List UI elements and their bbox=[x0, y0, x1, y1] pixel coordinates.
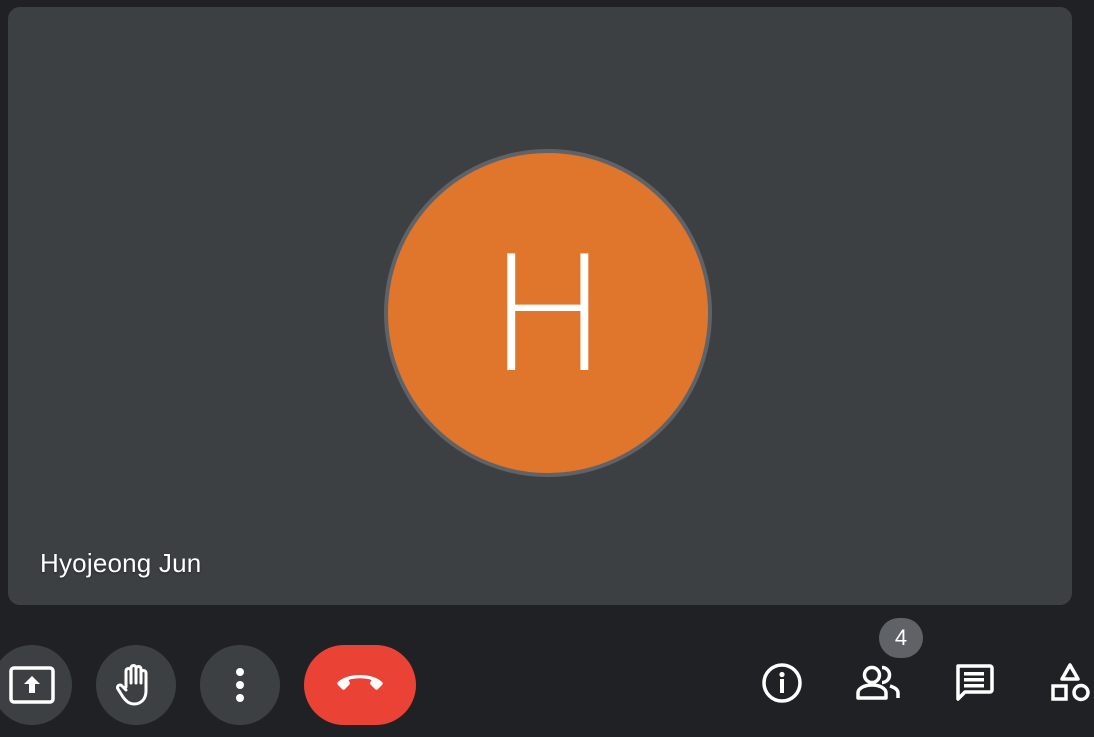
more-vert-icon bbox=[234, 667, 246, 703]
meeting-window: H Hyojeong Jun 4 bbox=[0, 0, 1094, 737]
info-icon bbox=[761, 662, 803, 709]
present-screen-button[interactable] bbox=[0, 645, 72, 725]
meeting-details-button[interactable] bbox=[754, 657, 810, 713]
leave-call-button[interactable] bbox=[304, 645, 416, 725]
activities-icon bbox=[1048, 662, 1092, 709]
people-button[interactable] bbox=[850, 657, 906, 713]
chat-icon bbox=[953, 662, 995, 709]
participant-tile: H Hyojeong Jun bbox=[8, 7, 1072, 605]
hand-icon bbox=[116, 663, 156, 707]
chat-button[interactable] bbox=[946, 657, 1002, 713]
call-end-icon bbox=[336, 672, 384, 699]
participant-avatar: H bbox=[384, 149, 712, 477]
raise-hand-button[interactable] bbox=[96, 645, 176, 725]
activities-button[interactable] bbox=[1042, 657, 1094, 713]
people-icon bbox=[854, 664, 902, 707]
avatar-initial: H bbox=[487, 221, 609, 408]
participant-count-badge: 4 bbox=[879, 618, 923, 658]
participant-name: Hyojeong Jun bbox=[40, 548, 202, 578]
more-options-button[interactable] bbox=[200, 645, 280, 725]
present-screen-icon bbox=[8, 665, 56, 705]
